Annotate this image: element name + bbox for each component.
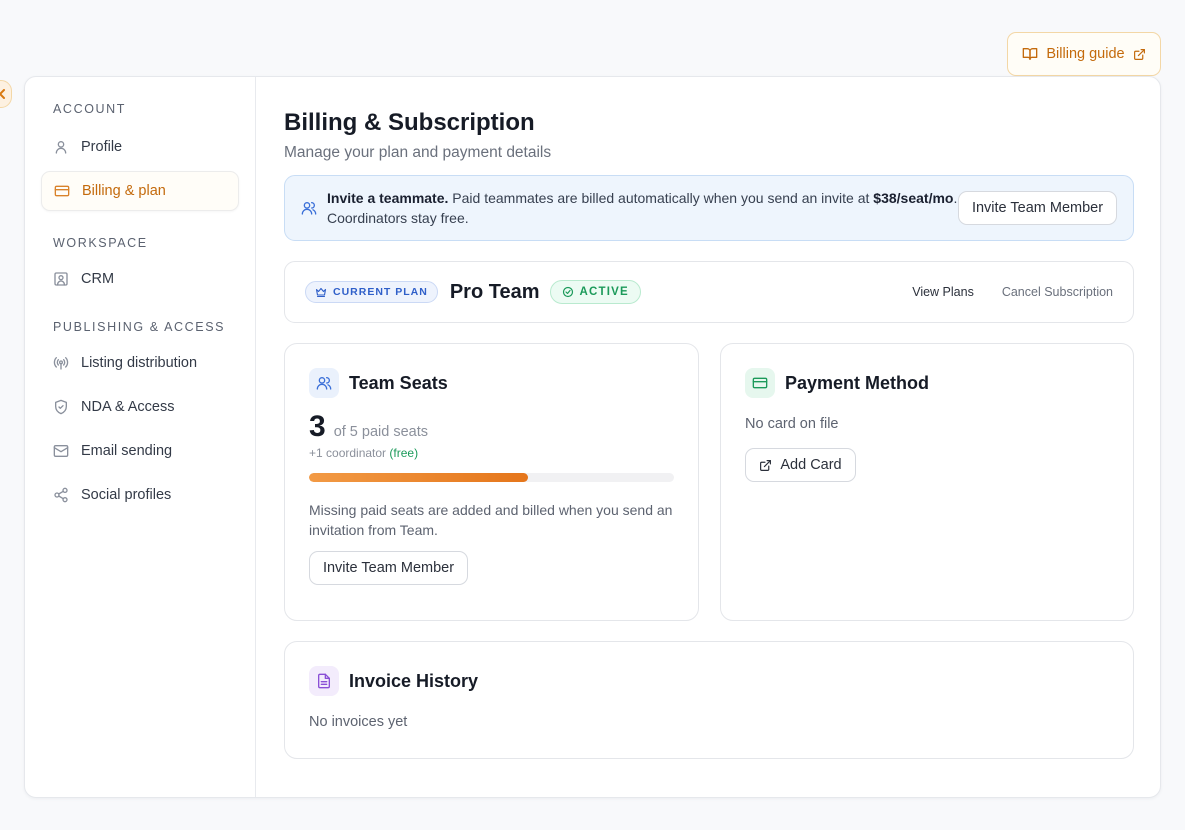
sidebar-item-label: Billing & plan [82,183,166,199]
add-card-label: Add Card [780,457,842,473]
invite-team-member-button[interactable]: Invite Team Member [958,191,1117,225]
view-plans-link[interactable]: View Plans [912,285,974,299]
page-title: Billing & Subscription [284,109,535,136]
plan-actions: View Plans Cancel Subscription [912,285,1113,299]
external-link-icon [759,459,772,472]
invoice-history-header: Invoice History [309,666,1109,696]
status-badge: ACTIVE [549,280,641,304]
current-plan-badge: CURRENT PLAN [305,281,438,303]
settings-sidebar: ACCOUNT Profile Billing & plan WORKSPACE… [25,77,256,797]
team-seats-title: Team Seats [349,372,448,393]
seats-total: of 5 paid seats [333,424,429,440]
mail-icon [53,443,69,459]
sidebar-item-label: Email sending [81,443,173,459]
team-seats-header: Team Seats [309,368,674,398]
coordinator-free: (free) [389,446,419,460]
seats-progress-bar [309,473,674,482]
sidebar-item-label: Social profiles [81,487,172,503]
plan-name: Pro Team [449,280,540,303]
credit-card-icon [745,368,775,398]
sidebar-item-nda-access[interactable]: NDA & Access [41,387,239,427]
credit-card-icon [54,183,70,199]
sidebar-item-label: CRM [81,271,115,287]
current-plan-card: CURRENT PLAN Pro Team ACTIVE View Plans … [284,261,1134,323]
add-card-button[interactable]: Add Card [745,448,856,482]
invoice-history-panel: Invoice History No invoices yet [284,641,1134,759]
users-icon [301,200,317,216]
settings-container: ACCOUNT Profile Billing & plan WORKSPACE… [24,76,1161,798]
document-icon [309,666,339,696]
sidebar-item-crm[interactable]: CRM [41,259,239,299]
payment-status: No card on file [745,416,839,432]
coordinator-note: +1 coordinator (free) [309,446,674,460]
invite-banner-text: Invite a teammate. Paid teammates are bi… [327,188,958,228]
billing-guide-button[interactable]: Billing guide [1007,32,1161,76]
shield-icon [53,399,69,415]
current-plan-badge-label: CURRENT PLAN [333,286,428,298]
seat-count: 3 of 5 paid seats [309,410,674,444]
sidebar-item-label: NDA & Access [81,399,175,415]
page-subtitle: Manage your plan and payment details [284,144,552,161]
payment-method-header: Payment Method [745,368,1109,398]
invite-banner-text-a: Paid teammates are billed automatically … [448,190,874,206]
sidebar-item-label: Profile [81,139,123,155]
sidebar-collapse-toggle[interactable] [0,80,12,108]
invite-banner-price: $38/seat/mo [873,190,954,206]
seats-used: 3 [309,410,326,443]
chevron-left-icon [0,89,7,99]
billing-main: Billing & Subscription Manage your plan … [256,77,1160,797]
billing-guide-label: Billing guide [1046,46,1125,62]
sidebar-section-workspace: WORKSPACE [53,236,148,250]
invite-team-member-button[interactable]: Invite Team Member [309,551,468,585]
invite-banner-lead: Invite a teammate. [327,190,449,206]
seats-note: Missing paid seats are added and billed … [309,502,673,538]
sidebar-section-account: ACCOUNT [53,102,127,116]
sidebar-item-listing-distribution[interactable]: Listing distribution [41,343,239,383]
sidebar-section-publishing: PUBLISHING & ACCESS [53,320,226,334]
invoice-status: No invoices yet [309,714,408,730]
external-link-icon [1133,48,1146,61]
sidebar-item-label: Listing distribution [81,355,198,371]
broadcast-icon [53,355,69,371]
sidebar-item-social-profiles[interactable]: Social profiles [41,475,239,515]
book-icon [1022,46,1038,62]
cancel-subscription-link[interactable]: Cancel Subscription [1002,285,1113,299]
team-seats-panel: Team Seats 3 of 5 paid seats +1 coordina… [284,343,699,621]
sidebar-item-profile[interactable]: Profile [41,127,239,167]
invoice-history-title: Invoice History [349,670,479,691]
payment-method-panel: Payment Method No card on file Add Card [720,343,1134,621]
billing-panels: Team Seats 3 of 5 paid seats +1 coordina… [284,343,1134,621]
coordinator-text: +1 coordinator [309,446,387,460]
users-icon [309,368,339,398]
check-circle-icon [562,286,574,298]
payment-method-title: Payment Method [785,372,930,393]
status-badge-label: ACTIVE [579,286,629,298]
share-icon [53,487,69,503]
user-icon [53,139,69,155]
seats-progress-fill [309,473,528,482]
contact-card-icon [53,271,69,287]
invite-banner: Invite a teammate. Paid teammates are bi… [284,175,1134,241]
sidebar-item-email-sending[interactable]: Email sending [41,431,239,471]
crown-icon [315,286,327,298]
sidebar-item-billing[interactable]: Billing & plan [41,171,239,211]
